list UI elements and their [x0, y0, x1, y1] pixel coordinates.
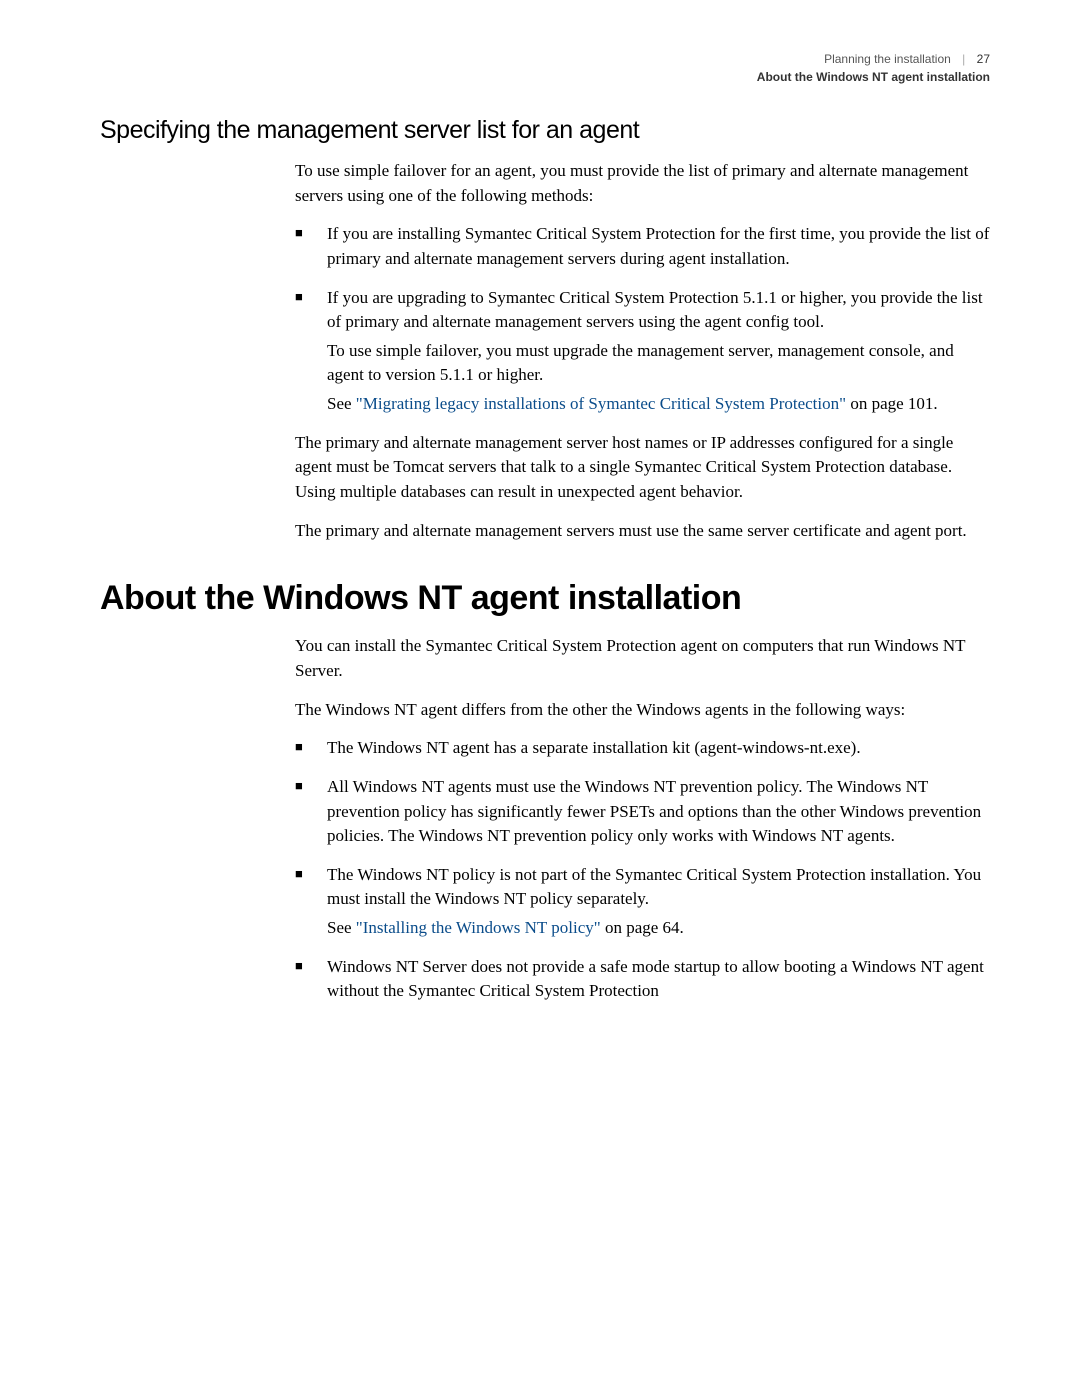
list-item: The Windows NT policy is not part of the…	[295, 863, 990, 941]
header-section: About the Windows NT agent installation	[100, 68, 990, 86]
bullet-see-ref: See "Migrating legacy installations of S…	[327, 392, 990, 417]
bullet-text: Windows NT Server does not provide a saf…	[327, 957, 984, 1001]
section2-para2: The Windows NT agent differs from the ot…	[295, 698, 990, 723]
bullet-see-ref: See "Installing the Windows NT policy" o…	[327, 916, 990, 941]
list-item: Windows NT Server does not provide a saf…	[295, 955, 990, 1004]
link-installing-nt-policy[interactable]: "Installing the Windows NT policy"	[356, 918, 601, 937]
list-item: All Windows NT agents must use the Windo…	[295, 775, 990, 849]
header-chapter: Planning the installation	[824, 50, 951, 68]
list-item: If you are installing Symantec Critical …	[295, 222, 990, 271]
list-item: The Windows NT agent has a separate inst…	[295, 736, 990, 761]
page-container: Planning the installation | 27 About the…	[0, 0, 1080, 1068]
section1-bullet-list: If you are installing Symantec Critical …	[295, 222, 990, 416]
section1-para3: The primary and alternate management ser…	[295, 519, 990, 544]
section2-bullet-list: The Windows NT agent has a separate inst…	[295, 736, 990, 1004]
bullet-text: If you are upgrading to Symantec Critica…	[327, 288, 983, 332]
bullet-subpara: To use simple failover, you must upgrade…	[327, 339, 990, 388]
link-migrating-legacy[interactable]: "Migrating legacy installations of Syman…	[356, 394, 846, 413]
see-prefix: See	[327, 918, 356, 937]
see-prefix: See	[327, 394, 356, 413]
bullet-text: All Windows NT agents must use the Windo…	[327, 777, 981, 845]
section1-body: To use simple failover for an agent, you…	[295, 159, 990, 543]
list-item: If you are upgrading to Symantec Critica…	[295, 286, 990, 417]
bullet-text: The Windows NT agent has a separate inst…	[327, 738, 861, 757]
section1-para2: The primary and alternate management ser…	[295, 431, 990, 505]
section-heading-windows-nt: About the Windows NT agent installation	[100, 579, 990, 618]
see-suffix: on page 101.	[846, 394, 938, 413]
header-separator: |	[962, 50, 965, 68]
header-page-number: 27	[977, 50, 990, 68]
section2-para1: You can install the Symantec Critical Sy…	[295, 634, 990, 683]
section2-body: You can install the Symantec Critical Sy…	[295, 634, 990, 1004]
bullet-text: If you are installing Symantec Critical …	[327, 224, 989, 268]
page-header: Planning the installation | 27 About the…	[100, 50, 990, 86]
section1-para1: To use simple failover for an agent, you…	[295, 159, 990, 208]
see-suffix: on page 64.	[601, 918, 684, 937]
section-heading-failover: Specifying the management server list fo…	[100, 116, 990, 145]
bullet-text: The Windows NT policy is not part of the…	[327, 865, 981, 909]
